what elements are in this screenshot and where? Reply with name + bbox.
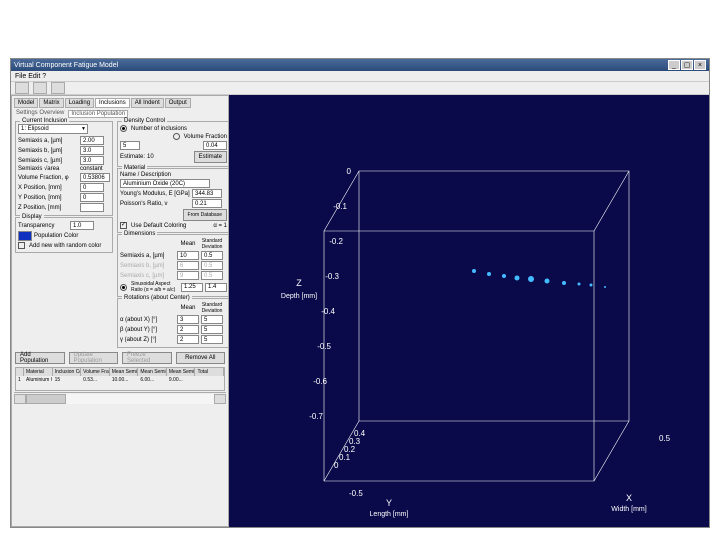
svg-text:X: X: [626, 493, 632, 503]
density-n-input[interactable]: 5: [120, 141, 140, 150]
rot-z-sd[interactable]: 5: [201, 335, 223, 344]
svg-text:-0.4: -0.4: [321, 307, 335, 316]
minimize-button[interactable]: _: [668, 60, 680, 70]
remove-all-button[interactable]: Remove All: [176, 352, 226, 364]
rotations-group: Rotations (about Center) MeanStandard De…: [117, 298, 229, 348]
rot-x-sd[interactable]: 5: [201, 315, 223, 324]
update-population-button: Update Population: [69, 352, 119, 364]
inclusion-select[interactable]: 1: Elipsoid: [18, 124, 88, 134]
population-color-swatch[interactable]: [18, 231, 32, 241]
semib-input[interactable]: 3.0: [80, 146, 104, 155]
subtab-active[interactable]: Inclusion Population: [68, 110, 128, 118]
radio-number[interactable]: [120, 125, 127, 132]
svg-text:Length [mm]: Length [mm]: [370, 511, 409, 518]
maximize-button[interactable]: ▢: [681, 60, 693, 70]
tabset: Model Matrix Loading Inclusions All Inde…: [14, 98, 226, 108]
transparency-input[interactable]: 1.0: [70, 221, 94, 230]
density-vf-input[interactable]: 0.04: [203, 141, 227, 150]
svg-text:-0.1: -0.1: [333, 202, 347, 211]
scroll-right-icon[interactable]: [214, 394, 226, 404]
display-group: Display Transparency1.0 Population Color…: [15, 217, 113, 253]
from-db-button[interactable]: From Database: [183, 209, 227, 221]
rot-y-mean[interactable]: 2: [177, 325, 199, 334]
material-group: Material Name / Description Aluminium Ox…: [117, 168, 229, 233]
svg-text:0: 0: [334, 461, 339, 470]
vf-input[interactable]: 0.53806: [80, 173, 110, 182]
svg-text:-0.7: -0.7: [309, 412, 323, 421]
scroll-left-icon[interactable]: [14, 394, 26, 404]
tab-allindent[interactable]: All Indent: [131, 98, 164, 108]
rot-x-mean[interactable]: 3: [177, 315, 199, 324]
dim-ar-mean[interactable]: 1.25: [181, 283, 203, 292]
svg-text:0.5: 0.5: [659, 434, 671, 443]
titlebar[interactable]: Virtual Component Fatigue Model _ ▢ ×: [11, 59, 709, 71]
semia-input[interactable]: 2.00: [80, 136, 104, 145]
add-population-button[interactable]: Add Population: [15, 352, 65, 364]
svg-text:-0.3: -0.3: [325, 272, 339, 281]
svg-text:Depth [mm]: Depth [mm]: [281, 293, 317, 300]
ym-input[interactable]: 344.83: [192, 189, 222, 198]
dim-c-mean: 9: [177, 271, 199, 280]
svg-text:Width [mm]: Width [mm]: [611, 506, 646, 513]
menubar[interactable]: File Edit ?: [11, 71, 709, 82]
tab-loading[interactable]: Loading: [65, 98, 94, 108]
svg-text:Z: Z: [296, 278, 302, 288]
estimate-button[interactable]: Estimate: [194, 151, 227, 163]
svg-text:Y: Y: [386, 498, 392, 508]
material-name-input[interactable]: Aluminium Oxide (20C): [120, 179, 210, 188]
h-scrollbar[interactable]: [14, 392, 226, 404]
tab-matrix[interactable]: Matrix: [39, 98, 63, 108]
tool-save-icon[interactable]: [51, 82, 65, 94]
close-button[interactable]: ×: [694, 60, 706, 70]
window-title: Virtual Component Fatigue Model: [14, 62, 118, 69]
pr-input[interactable]: 0.21: [192, 199, 222, 208]
rot-y-sd[interactable]: 5: [201, 325, 223, 334]
ypos-input[interactable]: 0: [80, 193, 104, 202]
tool-new-icon[interactable]: [15, 82, 29, 94]
tab-inclusions[interactable]: Inclusions: [95, 98, 130, 108]
svg-text:-0.2: -0.2: [329, 237, 343, 246]
svg-text:-0.5: -0.5: [349, 489, 363, 498]
semic-input[interactable]: 3.0: [80, 156, 104, 165]
random-color-checkbox[interactable]: [18, 242, 25, 249]
dim-c-sd: 0.5: [201, 271, 223, 280]
dim-b-sd: 0.5: [201, 261, 223, 270]
dim-b-mean: 6: [177, 261, 199, 270]
current-inclusion-group: Current Inclusion 1: Elipsoid Semiaxis a…: [15, 121, 113, 216]
tool-open-icon[interactable]: [33, 82, 47, 94]
svg-text:-0.5: -0.5: [317, 342, 331, 351]
svg-text:-0.6: -0.6: [313, 377, 327, 386]
toolbar: [11, 82, 709, 95]
density-group: Density Control Number of inclusions Vol…: [117, 121, 229, 167]
scroll-thumb[interactable]: [26, 394, 66, 404]
svg-text:0.1: 0.1: [339, 453, 351, 462]
freeze-selected-button: Freeze Selected: [122, 352, 172, 364]
subtabs[interactable]: Settings Overview Inclusion Population: [14, 110, 226, 118]
dim-ar-sd[interactable]: 1.4: [205, 283, 227, 292]
tab-model[interactable]: Model: [14, 98, 38, 108]
rot-z-mean[interactable]: 2: [177, 335, 199, 344]
3d-viewport[interactable]: 0 -0.1 -0.2 -0.3 -0.4 -0.5 -0.6 -0.7 0.4…: [229, 95, 709, 527]
svg-text:0: 0: [347, 167, 352, 176]
dimensions-group: Dimensions MeanStandard Deviation Semiax…: [117, 234, 229, 297]
aspect-radio[interactable]: [120, 284, 127, 291]
xpos-input[interactable]: 0: [80, 183, 104, 192]
app-window: Virtual Component Fatigue Model _ ▢ × Fi…: [10, 58, 710, 528]
dim-a-mean[interactable]: 10: [177, 251, 199, 260]
default-coloring-checkbox[interactable]: ✓: [120, 222, 127, 229]
side-panel: Model Matrix Loading Inclusions All Inde…: [11, 95, 229, 527]
radio-volfrac[interactable]: [173, 133, 180, 140]
tab-output[interactable]: Output: [165, 98, 191, 108]
dim-a-sd[interactable]: 0.5: [201, 251, 223, 260]
table-row[interactable]: 1 Aluminium Ox 15 0.53... 10.00... 6.00.…: [16, 376, 224, 384]
zpos-input[interactable]: [80, 203, 104, 212]
population-table[interactable]: Material Inclusion Count Volume Fraction…: [15, 367, 225, 391]
